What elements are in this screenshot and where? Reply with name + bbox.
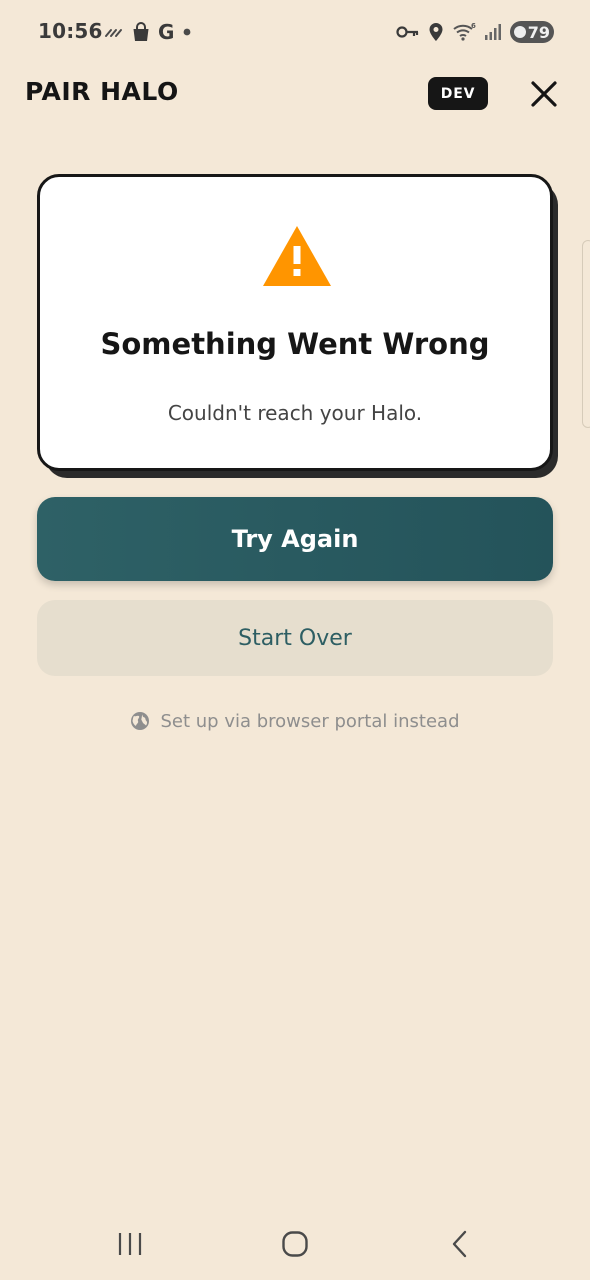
signal-icon bbox=[484, 23, 502, 41]
globe-icon bbox=[130, 711, 150, 731]
location-icon bbox=[428, 22, 444, 42]
page-title: PAIR HALO bbox=[25, 77, 179, 106]
browser-portal-link-label: Set up via browser portal instead bbox=[160, 710, 460, 732]
error-card: Something Went Wrong Couldn't reach your… bbox=[37, 174, 553, 471]
status-time: 10:56 bbox=[38, 19, 103, 43]
weather-icon bbox=[104, 24, 124, 40]
google-icon: G bbox=[158, 20, 175, 44]
edge-panel-handle[interactable] bbox=[582, 240, 590, 428]
recent-apps-icon bbox=[116, 1231, 144, 1257]
close-button[interactable] bbox=[524, 74, 564, 114]
shopping-bag-icon bbox=[132, 22, 150, 42]
status-right-icons: 6 79 bbox=[396, 19, 554, 45]
close-icon bbox=[530, 80, 558, 108]
back-icon bbox=[449, 1230, 471, 1258]
status-bar: 10:56 G 6 79 bbox=[0, 0, 590, 64]
wifi-icon: 6 bbox=[452, 22, 476, 42]
error-message: Couldn't reach your Halo. bbox=[167, 401, 423, 425]
status-left-icons: G bbox=[104, 20, 192, 44]
browser-portal-link[interactable]: Set up via browser portal instead bbox=[0, 707, 590, 735]
dot-icon bbox=[182, 27, 192, 37]
recent-apps-button[interactable] bbox=[108, 1226, 152, 1262]
home-icon bbox=[281, 1230, 309, 1258]
dev-badge: DEV bbox=[428, 77, 488, 110]
warning-icon bbox=[261, 224, 333, 290]
try-again-button[interactable]: Try Again bbox=[37, 497, 553, 581]
system-nav-bar bbox=[0, 1210, 590, 1280]
home-button[interactable] bbox=[273, 1226, 317, 1262]
svg-text:6: 6 bbox=[471, 22, 476, 30]
start-over-button[interactable]: Start Over bbox=[37, 600, 553, 676]
battery-level: 79 bbox=[527, 22, 550, 42]
battery-icon: 79 bbox=[509, 21, 554, 43]
back-button[interactable] bbox=[438, 1226, 482, 1262]
error-title: Something Went Wrong bbox=[100, 327, 490, 361]
battery-saver-dot bbox=[513, 26, 526, 38]
vpn-key-icon bbox=[396, 25, 420, 39]
